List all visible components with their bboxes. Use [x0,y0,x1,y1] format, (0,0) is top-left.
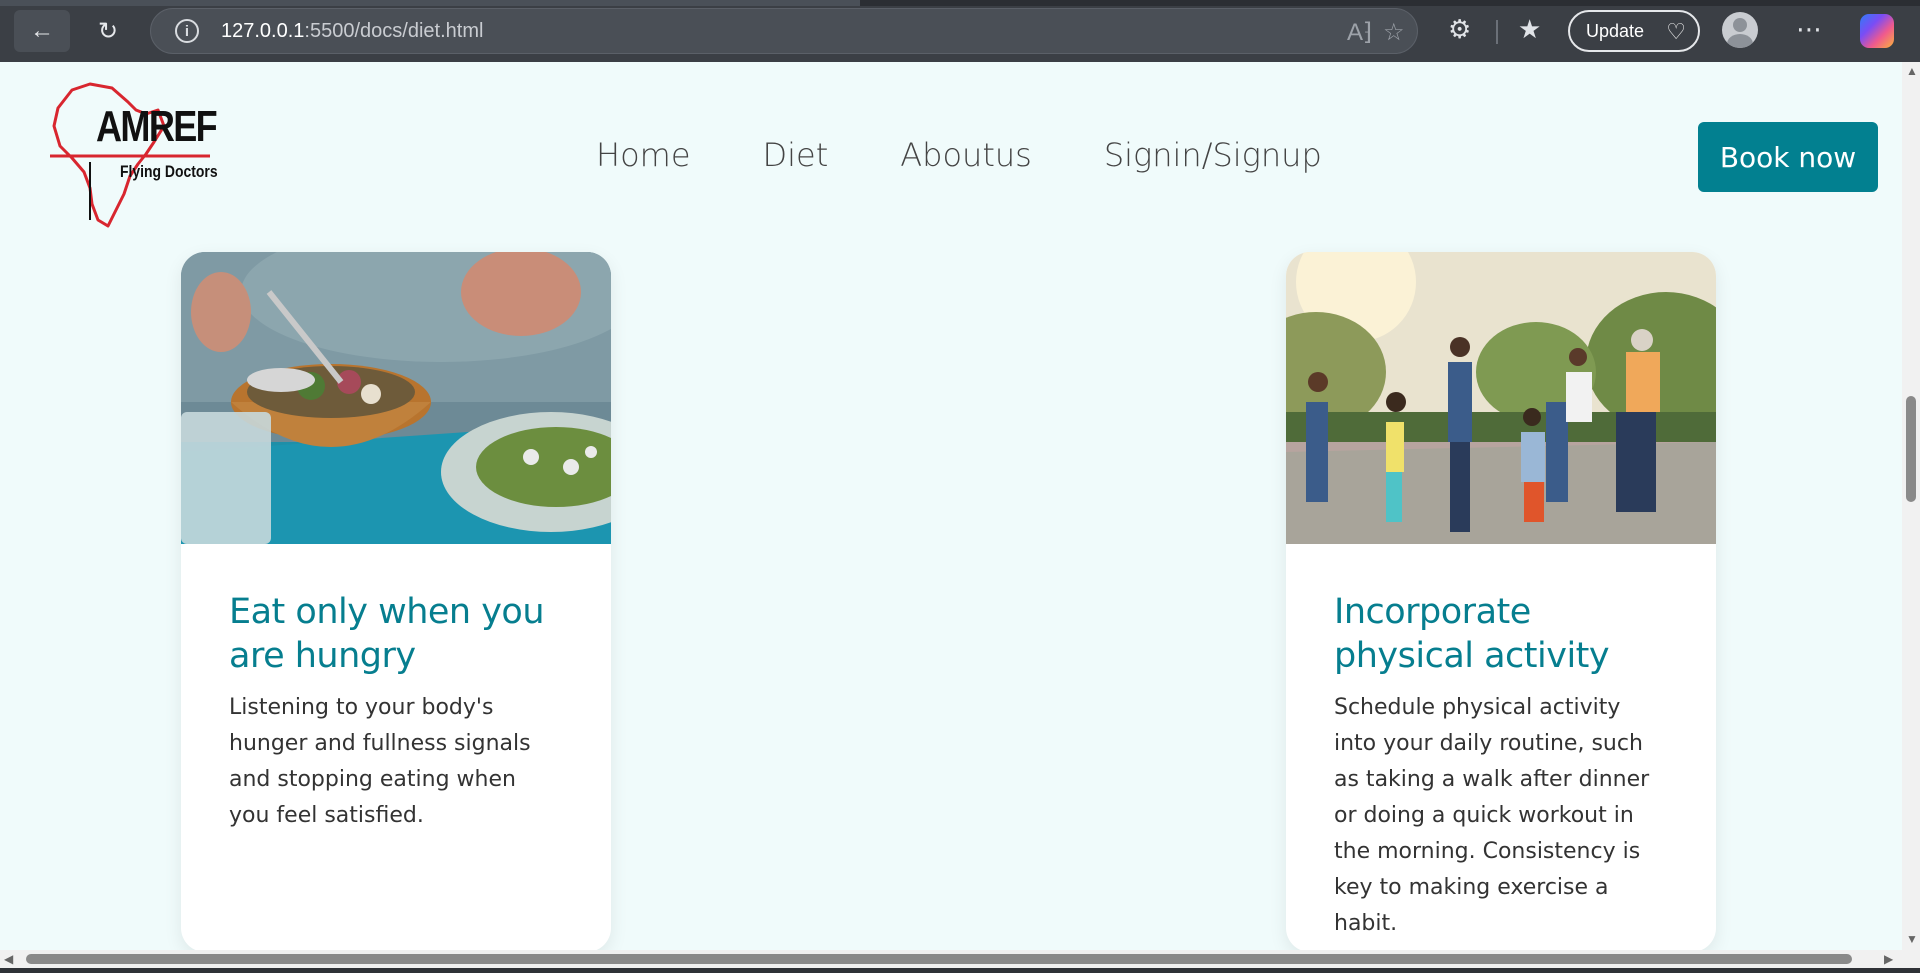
vertical-scrollbar[interactable]: ▲ ▼ [1902,62,1920,950]
vertical-scroll-thumb[interactable] [1906,396,1916,502]
reload-icon: ↻ [97,17,119,45]
nav-signin-signup[interactable]: Signin/Signup [1104,136,1322,174]
logo-title: AMREF [96,102,218,151]
food-bowl-image [181,252,611,544]
card-text: Schedule physical activity into your dai… [1334,695,1650,936]
nav-diet[interactable]: Diet [763,136,829,174]
favorites-icon[interactable]: ★ [1518,14,1541,45]
main-nav: Home Diet Aboutus Signin/Signup [596,136,1322,174]
card-text: Listening to your body's hunger and full… [229,695,531,828]
scrollbar-corner [1902,950,1920,968]
scroll-down-icon[interactable]: ▼ [1906,932,1918,946]
tab-strip [0,0,1920,6]
profile-avatar[interactable] [1722,12,1758,48]
browser-toolbar: ← ↻ i 127.0.0.1:5500/docs/diet.html A⁆ ☆… [0,0,1920,62]
read-aloud-icon[interactable]: A⁆ [1347,18,1372,47]
scroll-left-icon[interactable]: ◀ [4,952,13,966]
window-bottom-edge [0,968,1920,973]
book-now-button[interactable]: Book now [1698,122,1878,192]
url-text[interactable]: 127.0.0.1:5500/docs/diet.html [221,20,483,43]
back-button[interactable]: ← [14,10,70,52]
scroll-up-icon[interactable]: ▲ [1906,64,1918,78]
page-viewport: AMREF Flying Doctors Home Diet Aboutus S… [0,62,1902,950]
favorite-star-icon[interactable]: ☆ [1383,18,1405,47]
logo-subtitle: Flying Doctors [120,162,218,181]
horizontal-scrollbar[interactable]: ◀ ▶ [0,950,1902,968]
active-tab[interactable] [0,0,860,6]
url-path: :5500/docs/diet.html [304,19,484,42]
horizontal-scroll-thumb[interactable] [26,954,1852,964]
reload-button[interactable]: ↻ [80,10,136,52]
update-button[interactable]: Update ♡ [1568,10,1700,52]
health-heart-icon: ♡ [1666,19,1686,44]
extensions-icon[interactable]: ⚙ [1448,14,1471,45]
arrow-left-icon: ← [30,17,54,44]
card-title: Eat only when you are hungry [229,592,545,676]
update-label: Update [1586,20,1645,41]
tip-card: Incorporate physical activity Schedule p… [1286,252,1716,950]
nav-home[interactable]: Home [596,136,691,174]
family-playing-image [1286,252,1716,544]
card-title: Incorporate physical activity [1334,592,1610,676]
copilot-icon[interactable] [1860,14,1894,48]
address-bar[interactable]: i 127.0.0.1:5500/docs/diet.html A⁆ ☆ [150,8,1418,54]
nav-aboutus[interactable]: Aboutus [900,136,1032,174]
more-options-icon[interactable]: ⋯ [1796,14,1823,45]
site-info-icon[interactable]: i [175,19,199,43]
toolbar-separator [1496,20,1498,44]
url-host: 127.0.0.1 [221,19,305,42]
scroll-right-icon[interactable]: ▶ [1884,952,1893,966]
tip-card: Eat only when you are hungry Listening t… [181,252,611,950]
